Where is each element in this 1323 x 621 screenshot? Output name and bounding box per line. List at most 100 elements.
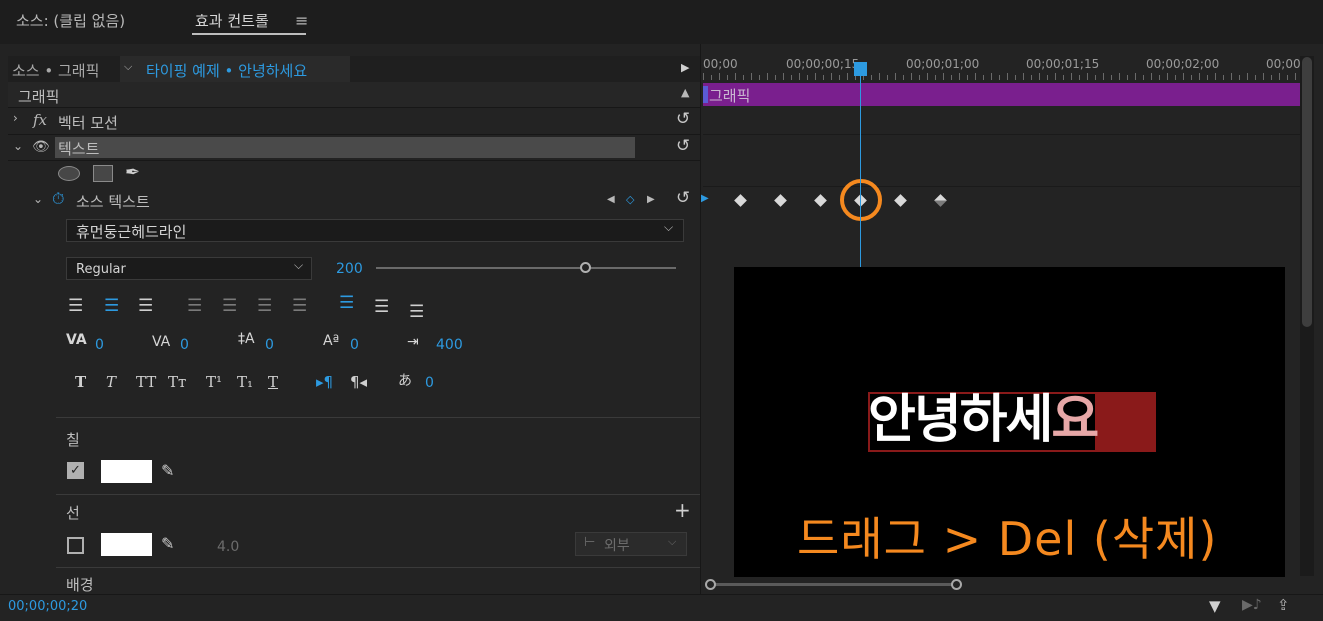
fill-checkbox[interactable]: ✓ bbox=[67, 462, 84, 479]
font-size-value[interactable]: 200 bbox=[336, 261, 363, 277]
ruler-tick bbox=[1039, 73, 1040, 80]
leading-value[interactable]: 0 bbox=[265, 337, 274, 353]
fill-color-swatch[interactable] bbox=[101, 460, 152, 483]
expand-down-icon[interactable]: ⌄ bbox=[33, 192, 43, 206]
export-icon[interactable]: ⇪ bbox=[1277, 596, 1290, 614]
zoom-start-handle[interactable] bbox=[705, 579, 716, 590]
justify-all-icon[interactable]: ☰ bbox=[292, 296, 307, 316]
align-left-icon[interactable]: ☰ bbox=[68, 296, 83, 316]
ruler-tick bbox=[815, 73, 816, 80]
keyframe-end[interactable] bbox=[934, 194, 947, 207]
eyedropper-icon[interactable]: ✎ bbox=[161, 461, 174, 480]
align-center-icon[interactable]: ☰ bbox=[104, 296, 119, 316]
ruler-tick bbox=[1103, 73, 1104, 80]
superscript-button[interactable]: T¹ bbox=[206, 373, 222, 391]
stroke-checkbox[interactable] bbox=[67, 537, 84, 554]
tab-width-value[interactable]: 400 bbox=[436, 337, 463, 353]
next-keyframe-icon[interactable]: ▶ bbox=[647, 194, 655, 205]
justify-left-icon[interactable]: ☰ bbox=[187, 296, 202, 316]
zoom-scrollbar-thumb[interactable] bbox=[710, 583, 957, 586]
align-bottom-icon[interactable]: ☰ bbox=[409, 302, 424, 322]
keyframe[interactable] bbox=[734, 194, 747, 207]
ruler-tick bbox=[1055, 73, 1056, 80]
ruler-tick bbox=[871, 75, 872, 80]
breadcrumb-clip[interactable]: 타이핑 예제 • 안녕하세요 bbox=[146, 60, 307, 81]
ruler-label: 00;00 bbox=[703, 57, 738, 71]
current-timecode[interactable]: 00;00;00;20 bbox=[8, 599, 87, 614]
menu-icon[interactable]: ≡ bbox=[295, 11, 308, 30]
ruler-tick bbox=[959, 73, 960, 80]
play-audio-icon[interactable]: ▶♪ bbox=[1242, 597, 1262, 613]
play-triangle-icon[interactable]: ▶ bbox=[681, 61, 689, 74]
eye-icon[interactable]: 👁 bbox=[32, 139, 50, 155]
ruler-tick bbox=[1079, 75, 1080, 80]
stopwatch-icon[interactable]: ⏱ bbox=[52, 189, 64, 209]
zoom-end-handle[interactable] bbox=[951, 579, 962, 590]
reset-icon[interactable]: ↺ bbox=[676, 136, 690, 156]
expand-down-icon[interactable]: ⌄ bbox=[13, 139, 23, 153]
chevron-down-icon: ⌵ bbox=[668, 535, 677, 548]
ruler-tick bbox=[791, 75, 792, 80]
ruler-tick bbox=[1287, 75, 1288, 80]
keyframe[interactable] bbox=[814, 194, 827, 207]
all-caps-button[interactable]: TT bbox=[136, 373, 156, 391]
fx-icon[interactable]: fx bbox=[33, 111, 47, 129]
keyframe[interactable] bbox=[774, 194, 787, 207]
text-layer-highlight[interactable] bbox=[55, 137, 635, 158]
small-caps-button[interactable]: Tт bbox=[168, 373, 186, 391]
highlight-ring bbox=[840, 179, 882, 221]
time-ruler[interactable] bbox=[703, 73, 1300, 80]
ruler-tick bbox=[1255, 75, 1256, 80]
vertical-scrollbar-thumb[interactable] bbox=[1302, 57, 1312, 327]
ruler-tick bbox=[1119, 73, 1120, 80]
prev-keyframe-icon[interactable]: ◀ bbox=[607, 194, 615, 205]
playhead-handle[interactable] bbox=[854, 62, 867, 76]
ruler-tick bbox=[711, 75, 712, 80]
subscript-button[interactable]: T₁ bbox=[237, 373, 253, 391]
ruler-tick bbox=[1191, 75, 1192, 80]
ruler-tick bbox=[775, 75, 776, 80]
expand-right-icon[interactable]: › bbox=[13, 111, 18, 125]
ltr-text-icon[interactable]: ▸¶ bbox=[316, 373, 333, 391]
clip-label: 그래픽 bbox=[709, 87, 751, 105]
stroke-color-swatch[interactable] bbox=[101, 533, 152, 556]
align-middle-icon[interactable]: ☰ bbox=[374, 297, 389, 317]
faux-bold-button[interactable]: T bbox=[75, 373, 86, 391]
pen-tool-icon[interactable]: ✒ bbox=[125, 162, 140, 183]
collapse-up-icon[interactable]: ▲ bbox=[681, 86, 689, 99]
font-size-slider-handle[interactable] bbox=[580, 262, 591, 273]
justify-right-icon[interactable]: ☰ bbox=[257, 296, 272, 316]
add-keyframe-icon[interactable]: ◇ bbox=[626, 193, 634, 206]
reset-icon[interactable]: ↺ bbox=[676, 109, 690, 129]
tab-source[interactable]: 소스: (클립 없음) bbox=[16, 10, 125, 31]
kerning-value[interactable]: 0 bbox=[95, 337, 104, 353]
graphic-clip-bar[interactable] bbox=[703, 83, 1300, 106]
ruler-tick bbox=[751, 73, 752, 80]
keyframe[interactable] bbox=[894, 194, 907, 207]
divider bbox=[56, 567, 700, 568]
eyedropper-icon[interactable]: ✎ bbox=[161, 534, 174, 553]
tab-effect-controls[interactable]: 효과 컨트롤 bbox=[195, 10, 269, 31]
ruler-tick bbox=[807, 75, 808, 80]
add-stroke-icon[interactable]: + bbox=[674, 498, 691, 522]
align-right-icon[interactable]: ☰ bbox=[138, 296, 153, 316]
filter-icon[interactable]: ▼ bbox=[1209, 597, 1221, 615]
stroke-width-value[interactable]: 4.0 bbox=[217, 539, 239, 555]
faux-italic-button[interactable]: T bbox=[106, 373, 116, 391]
breadcrumb-source[interactable]: 소스 • 그래픽 bbox=[12, 60, 99, 81]
rectangle-tool-icon[interactable] bbox=[93, 165, 113, 182]
underline-button[interactable]: T bbox=[268, 373, 278, 391]
tracking-value[interactable]: 0 bbox=[180, 337, 189, 353]
ruler-tick bbox=[1247, 73, 1248, 80]
justify-center-icon[interactable]: ☰ bbox=[222, 296, 237, 316]
group-row bbox=[8, 82, 700, 108]
ellipse-tool-icon[interactable] bbox=[58, 166, 80, 181]
tsume-value[interactable]: 0 bbox=[425, 375, 434, 391]
align-top-icon[interactable]: ☰ bbox=[339, 293, 354, 313]
stroke-position-value: 외부 bbox=[604, 538, 630, 554]
font-size-slider-track[interactable] bbox=[376, 267, 676, 269]
rtl-text-icon[interactable]: ¶◂ bbox=[350, 373, 367, 391]
stroke-position-icon: ⊢ bbox=[584, 535, 596, 550]
baseline-value[interactable]: 0 bbox=[350, 337, 359, 353]
reset-icon[interactable]: ↺ bbox=[676, 188, 690, 208]
